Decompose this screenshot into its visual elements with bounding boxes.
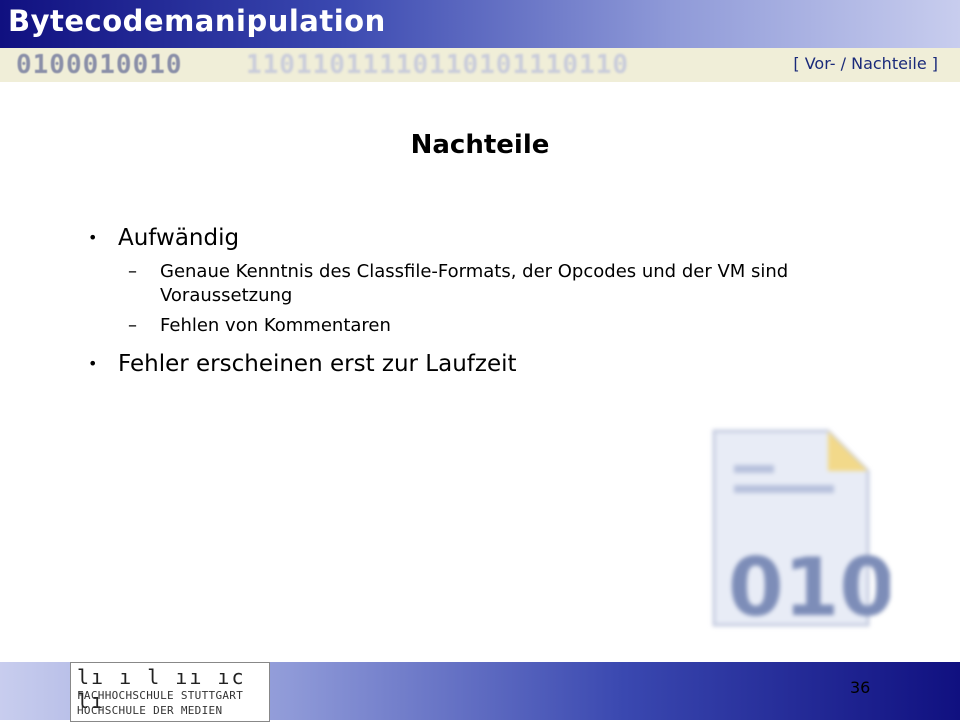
sub-bullet-text: Genaue Kenntnis des Classfile-Formats, d… <box>160 261 789 306</box>
bullet-text: Fehler erscheinen erst zur Laufzeit <box>118 351 517 377</box>
sub-bullet-item: – Fehlen von Kommentaren <box>88 314 898 338</box>
university-logo: lı ı l ıı ıc lı FACHHOCHSCHULE STUTTGART… <box>70 662 270 722</box>
bullet-item: • Fehler erscheinen erst zur Laufzeit <box>88 348 898 380</box>
binary-digits: 010 <box>728 541 890 634</box>
header-bar: Bytecodemanipulation <box>0 0 960 48</box>
logo-line-2: HOCHSCHULE DER MEDIEN <box>77 704 223 717</box>
bullet-text: Aufwändig <box>118 225 240 251</box>
document-fold <box>828 431 868 471</box>
binary-text-dark: 0100010010 <box>16 50 183 80</box>
bullet-glyph: • <box>88 354 98 373</box>
document-line <box>734 465 774 473</box>
binary-document-icon: 010 <box>712 429 890 634</box>
dash-glyph: – <box>128 315 137 336</box>
presentation-title: Bytecodemanipulation <box>8 4 386 38</box>
slide-title: Nachteile <box>410 130 550 160</box>
logo-line-1: FACHHOCHSCHULE STUTTGART <box>77 689 244 702</box>
binary-text-light: 11011011110110101110110 <box>246 50 630 80</box>
document-line <box>734 485 834 493</box>
page-number: 36 <box>850 678 871 697</box>
bullet-glyph: • <box>88 228 98 247</box>
section-label: [ Vor- / Nachteile ] <box>793 54 938 73</box>
bullet-list: • Aufwändig – Genaue Kenntnis des Classf… <box>88 222 898 380</box>
sub-bullet-text: Fehlen von Kommentaren <box>160 315 391 336</box>
bullet-item: • Aufwändig <box>88 222 898 254</box>
dash-glyph: – <box>128 261 137 282</box>
sub-bullet-item: – Genaue Kenntnis des Classfile-Formats,… <box>88 260 898 308</box>
